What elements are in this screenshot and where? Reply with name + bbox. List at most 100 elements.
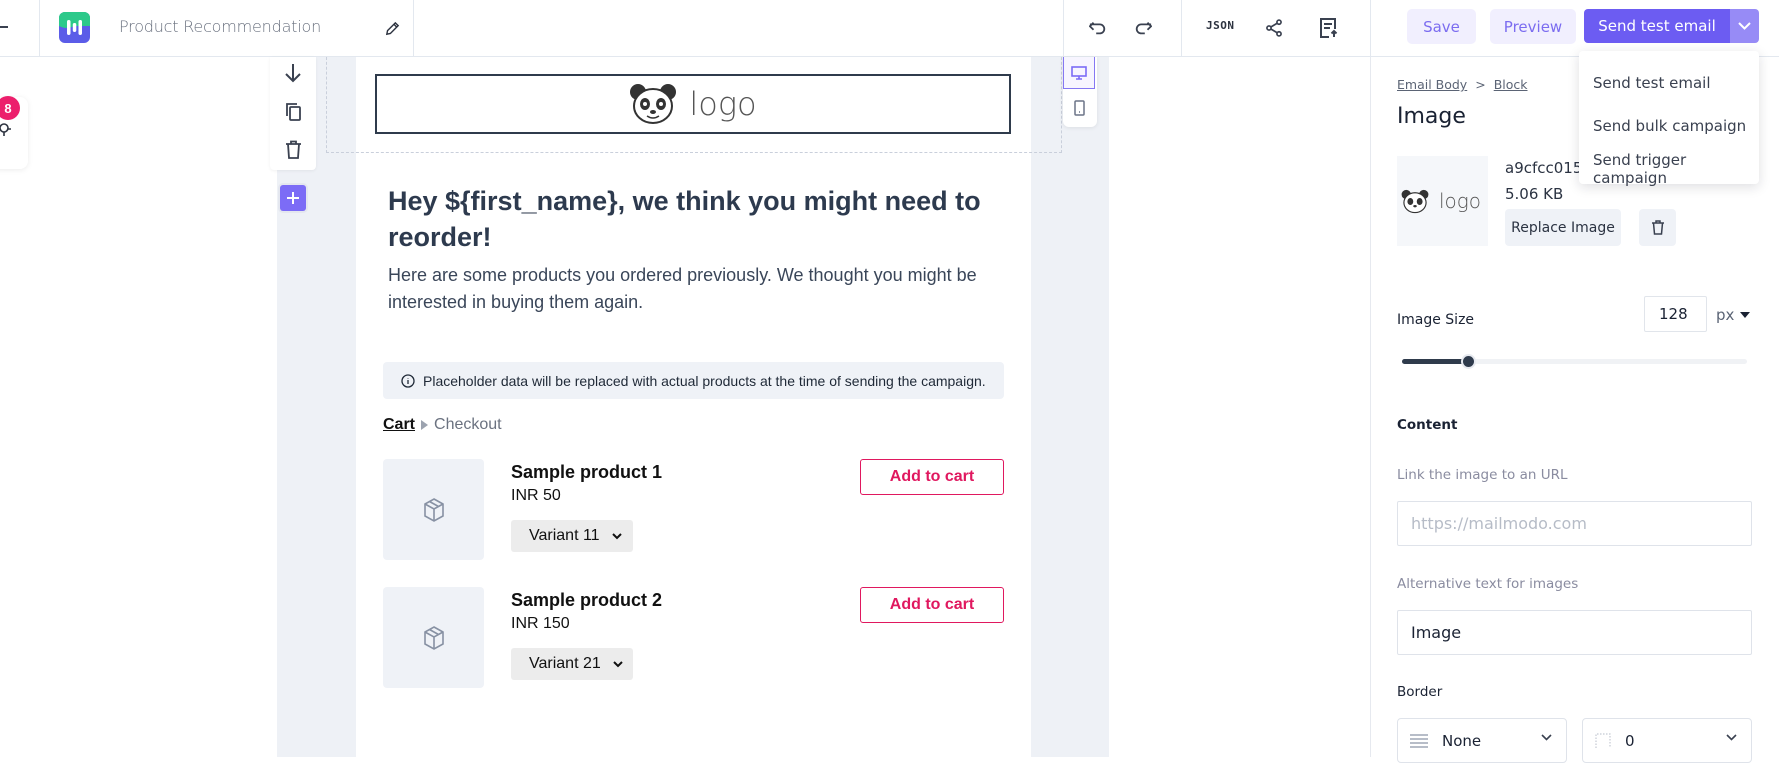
divider [1370,0,1371,57]
chevron-down-icon [1738,22,1751,30]
product-thumbnail [383,587,484,688]
send-options-toggle[interactable] [1730,9,1759,43]
delete-block-icon[interactable] [281,137,305,161]
desktop-view-button[interactable] [1063,57,1095,89]
product-price: INR 150 [511,615,570,632]
panel-breadcrumb: Email Body > Block [1397,77,1528,92]
desktop-icon [1071,65,1087,80]
logo-text: logo [689,85,757,123]
panel-title: Image [1397,104,1466,129]
link-label: Link the image to an URL [1397,467,1568,483]
unit-value: px [1716,306,1735,324]
panda-icon [1401,189,1429,213]
campaign-title: Product Recommendation [119,17,322,36]
top-bar: Product Recommendation JSON Save Preview… [0,0,1779,57]
file-size: 5.06 KB [1505,185,1564,203]
alt-text-label: Alternative text for images [1397,576,1579,592]
chevron-down-icon [613,660,623,667]
image-size-slider[interactable] [1402,354,1747,369]
border-style-value: None [1442,731,1482,750]
border-section-label: Border [1397,684,1443,700]
mobile-icon [1073,100,1085,116]
plus-icon [287,192,299,204]
send-options-menu: Send test email Send bulk campaign Send … [1579,51,1759,187]
image-thumbnail: logo [1397,156,1488,246]
variant-value: Variant 21 [529,655,601,672]
product-price: INR 50 [511,487,561,504]
caret-right-icon [421,420,429,430]
variant-select[interactable]: Variant 21 [511,648,633,680]
border-style-select[interactable]: None [1397,718,1567,763]
cart-breadcrumb: Cart Checkout [383,416,502,434]
divider [1063,0,1064,57]
product-name: Sample product 1 [511,462,663,482]
border-width-icon [1595,732,1611,748]
block-toolbar [270,57,316,170]
alt-text-input[interactable] [1397,610,1752,655]
collapse-icon[interactable] [0,26,8,28]
divider [413,0,414,57]
caret-down-icon [1740,312,1751,318]
image-size-input[interactable] [1644,296,1707,332]
crumb-cart[interactable]: Cart [383,416,415,434]
crumb-block[interactable]: Block [1494,77,1528,92]
edit-title-icon[interactable] [377,13,407,43]
package-icon [423,625,444,650]
undo-icon[interactable] [1083,13,1113,43]
panda-icon [630,84,677,124]
replace-image-button[interactable]: Replace Image [1505,209,1621,246]
variant-select[interactable]: Variant 11 [511,520,633,552]
crumb-email-body[interactable]: Email Body [1397,77,1467,92]
trash-icon [1651,220,1664,235]
border-width-select[interactable]: 0 [1582,718,1752,763]
product-name: Sample product 2 [511,590,663,610]
app-logo-icon [59,12,90,43]
json-button[interactable]: JSON [1206,19,1235,32]
remove-image-button[interactable] [1639,209,1676,246]
mobile-view-button[interactable] [1063,92,1095,124]
border-width-value: 0 [1625,731,1635,750]
bulb-icon [0,123,12,137]
save-button[interactable]: Save [1407,9,1476,44]
slider-handle[interactable] [1460,354,1476,369]
unit-select[interactable]: px [1716,306,1751,324]
product-thumbnail [383,459,484,560]
divider [39,0,40,57]
border-style-icon [1410,733,1428,748]
add-block-button[interactable] [280,185,306,211]
add-to-cart-button[interactable]: Add to cart [860,587,1004,623]
divider [1181,0,1182,57]
slider-fill [1402,359,1468,364]
crumb-separator: > [1475,77,1486,92]
add-to-cart-button[interactable]: Add to cart [860,459,1004,495]
preview-button[interactable]: Preview [1490,9,1576,44]
device-toggle [1063,57,1097,127]
thumb-logo-text: logo [1439,189,1482,213]
package-icon [423,497,444,522]
notice-text: Placeholder data will be replaced with a… [423,372,986,389]
export-document-icon[interactable] [1313,13,1343,43]
chevron-down-icon [1726,734,1737,741]
product-item: Sample product 2 INR 150 Variant 21 Add … [383,587,1004,688]
move-down-icon[interactable] [281,61,305,85]
info-icon [401,373,415,388]
redo-icon[interactable] [1128,13,1158,43]
share-icon[interactable] [1259,13,1289,43]
menu-item-send-test-email[interactable]: Send test email [1579,61,1759,104]
logo-image-block[interactable]: logo [375,74,1011,134]
image-size-label: Image Size [1397,312,1475,328]
product-item: Sample product 1 INR 50 Variant 11 Add t… [383,459,1004,560]
email-subtext[interactable]: Here are some products you ordered previ… [388,262,1008,316]
chevron-down-icon [611,532,622,539]
menu-item-send-trigger-campaign[interactable]: Send trigger campaign [1579,147,1759,190]
send-test-email-button[interactable]: Send test email [1584,9,1730,43]
crumb-checkout[interactable]: Checkout [434,416,502,434]
variant-value: Variant 11 [529,527,600,544]
menu-item-send-bulk-campaign[interactable]: Send bulk campaign [1579,104,1759,147]
email-heading[interactable]: Hey ${first_name}, we think you might ne… [388,183,1008,255]
duplicate-icon[interactable] [281,99,305,123]
link-url-input[interactable] [1397,501,1752,546]
placeholder-notice: Placeholder data will be replaced with a… [383,362,1004,399]
file-name: a9cfcc015 [1505,159,1583,177]
chevron-down-icon [1541,734,1552,741]
